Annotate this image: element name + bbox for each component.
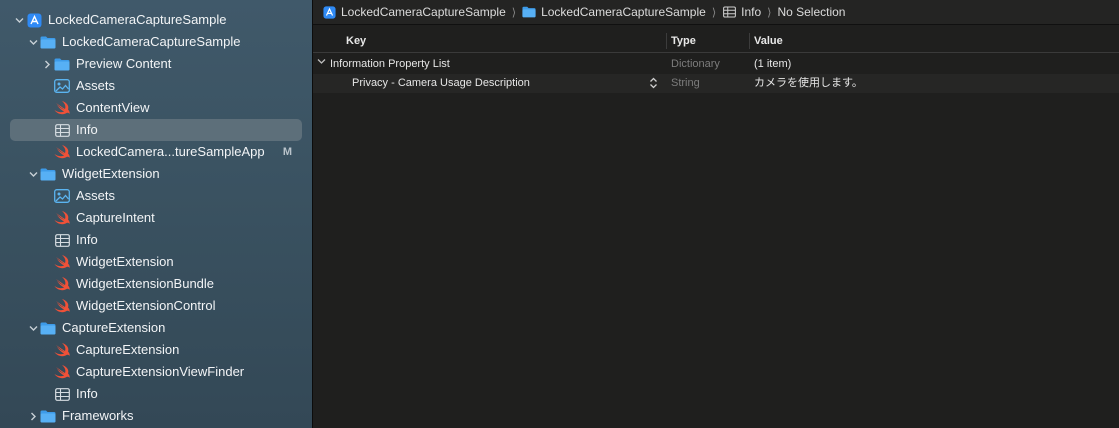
plist-row-root[interactable]: Information Property List Dictionary (1 … — [313, 55, 1119, 74]
chevron-down-icon[interactable] — [28, 37, 38, 47]
folder-icon — [522, 5, 536, 19]
plist-row-camera-usage[interactable]: Privacy - Camera Usage Description Strin… — [313, 74, 1119, 93]
folder-icon — [40, 320, 56, 336]
swift-file-icon — [54, 342, 70, 358]
breadcrumb-label: Info — [741, 5, 762, 19]
navigator-item-captureintent[interactable]: CaptureIntent — [0, 207, 312, 229]
column-header-value[interactable]: Value — [754, 35, 783, 47]
project-navigator: LockedCameraCaptureSample LockedCameraCa… — [0, 0, 312, 428]
navigator-item-project[interactable]: LockedCameraCaptureSample — [0, 9, 312, 31]
navigator-item-assets[interactable]: Assets — [0, 185, 312, 207]
breadcrumb-separator: ⟩ — [767, 6, 772, 19]
navigator-item-captureextension[interactable]: CaptureExtension — [0, 339, 312, 361]
swift-file-icon — [54, 364, 70, 380]
plist-header-row: Key Type Value — [313, 30, 1119, 53]
navigator-item-label: WidgetExtensionControl — [76, 298, 216, 313]
asset-catalog-icon — [54, 188, 70, 204]
navigator-item-app[interactable]: LockedCamera...tureSampleApp M — [0, 141, 312, 163]
navigator-item-label: LockedCamera...tureSampleApp — [76, 144, 265, 159]
navigator-item-label: LockedCameraCaptureSample — [62, 34, 241, 49]
plist-key: Information Property List — [330, 58, 450, 70]
navigator-item-label: Info — [76, 232, 98, 247]
chevron-down-icon[interactable] — [317, 57, 326, 70]
chevron-down-icon[interactable] — [28, 169, 38, 179]
navigator-item-label: CaptureExtension — [62, 320, 166, 335]
folder-icon — [40, 166, 56, 182]
navigator-item-label: WidgetExtension — [62, 166, 160, 181]
navigator-item-info[interactable]: Info — [0, 383, 312, 405]
navigator-item-label: CaptureExtension — [76, 342, 180, 357]
column-divider[interactable] — [666, 33, 667, 49]
xcode-project-icon — [322, 5, 336, 19]
breadcrumb-group[interactable]: LockedCameraCaptureSample — [522, 5, 706, 19]
swift-file-icon — [54, 276, 70, 292]
plist-type[interactable]: String — [671, 77, 700, 90]
navigator-item-contentview[interactable]: ContentView — [0, 97, 312, 119]
navigator-item-info-selected[interactable]: Info — [0, 119, 312, 141]
navigator-item-label: WidgetExtension — [76, 254, 174, 269]
folder-icon — [54, 56, 70, 72]
column-header-key[interactable]: Key — [346, 35, 366, 47]
navigator-item-label: LockedCameraCaptureSample — [48, 12, 227, 27]
plist-key[interactable]: Privacy - Camera Usage Description — [352, 77, 530, 90]
chevron-right-icon[interactable] — [28, 411, 38, 421]
navigator-item-widgetextension[interactable]: WidgetExtension — [0, 251, 312, 273]
swift-file-icon — [54, 254, 70, 270]
breadcrumb-selection[interactable]: No Selection — [777, 5, 845, 19]
property-list-editor: Key Type Value Information Property List… — [313, 30, 1119, 93]
editor-area: LockedCameraCaptureSample ⟩ LockedCamera… — [313, 0, 1119, 428]
navigator-item-label: Preview Content — [76, 56, 172, 71]
xcode-project-icon — [26, 12, 42, 28]
navigator-group-widgetextension[interactable]: WidgetExtension — [0, 163, 312, 185]
folder-icon — [40, 34, 56, 50]
breadcrumb-file[interactable]: Info — [722, 5, 761, 19]
navigator-item-label: CaptureExtensionViewFinder — [76, 364, 245, 379]
chevron-down-icon[interactable] — [28, 323, 38, 333]
folder-icon — [40, 408, 56, 424]
plist-icon — [722, 5, 736, 19]
navigator-item-info[interactable]: Info — [0, 229, 312, 251]
navigator-item-label: ContentView — [76, 100, 150, 115]
navigator-item-label: Assets — [76, 78, 116, 93]
swift-file-icon — [54, 100, 70, 116]
breadcrumb-separator: ⟩ — [511, 6, 517, 19]
chevron-right-icon[interactable] — [42, 59, 52, 69]
asset-catalog-icon — [54, 78, 70, 94]
swift-file-icon — [54, 144, 70, 160]
breadcrumb-label: LockedCameraCaptureSample — [541, 5, 706, 19]
modified-badge: M — [282, 146, 292, 158]
navigator-item-widgetextensionbundle[interactable]: WidgetExtensionBundle — [0, 273, 312, 295]
breadcrumb-project[interactable]: LockedCameraCaptureSample — [322, 5, 506, 19]
navigator-item-label: WidgetExtensionBundle — [76, 276, 215, 291]
breadcrumb-label: No Selection — [777, 5, 846, 19]
plist-type: Dictionary — [671, 58, 720, 70]
navigator-item-assets[interactable]: Assets — [0, 75, 312, 97]
plist-icon — [54, 122, 70, 138]
column-divider[interactable] — [749, 33, 750, 49]
navigator-item-widgetextensioncontrol[interactable]: WidgetExtensionControl — [0, 295, 312, 317]
swift-file-icon — [54, 298, 70, 314]
navigator-group-preview-content[interactable]: Preview Content — [0, 53, 312, 75]
breadcrumb-separator: ⟩ — [711, 6, 717, 19]
navigator-item-label: Info — [76, 122, 98, 137]
navigator-item-captureextensionviewfinder[interactable]: CaptureExtensionViewFinder — [0, 361, 312, 383]
navigator-item-label: Frameworks — [62, 408, 134, 423]
plist-icon — [54, 232, 70, 248]
navigator-group-frameworks[interactable]: Frameworks — [0, 405, 312, 427]
column-header-type[interactable]: Type — [671, 35, 696, 47]
swift-file-icon — [54, 210, 70, 226]
navigator-item-label: CaptureIntent — [76, 210, 155, 225]
breadcrumb-label: LockedCameraCaptureSample — [341, 5, 506, 19]
plist-icon — [54, 386, 70, 402]
navigator-group-lockedcameracapturesample[interactable]: LockedCameraCaptureSample — [0, 31, 312, 53]
navigator-item-label: Info — [76, 386, 98, 401]
plist-value[interactable]: カメラを使用します。 — [754, 77, 863, 90]
jump-bar: LockedCameraCaptureSample ⟩ LockedCamera… — [313, 0, 1119, 25]
navigator-item-label: Assets — [76, 188, 116, 203]
chevron-down-icon[interactable] — [14, 15, 24, 25]
key-stepper-icon[interactable] — [649, 77, 658, 93]
navigator-group-captureextension[interactable]: CaptureExtension — [0, 317, 312, 339]
plist-value: (1 item) — [754, 58, 792, 70]
